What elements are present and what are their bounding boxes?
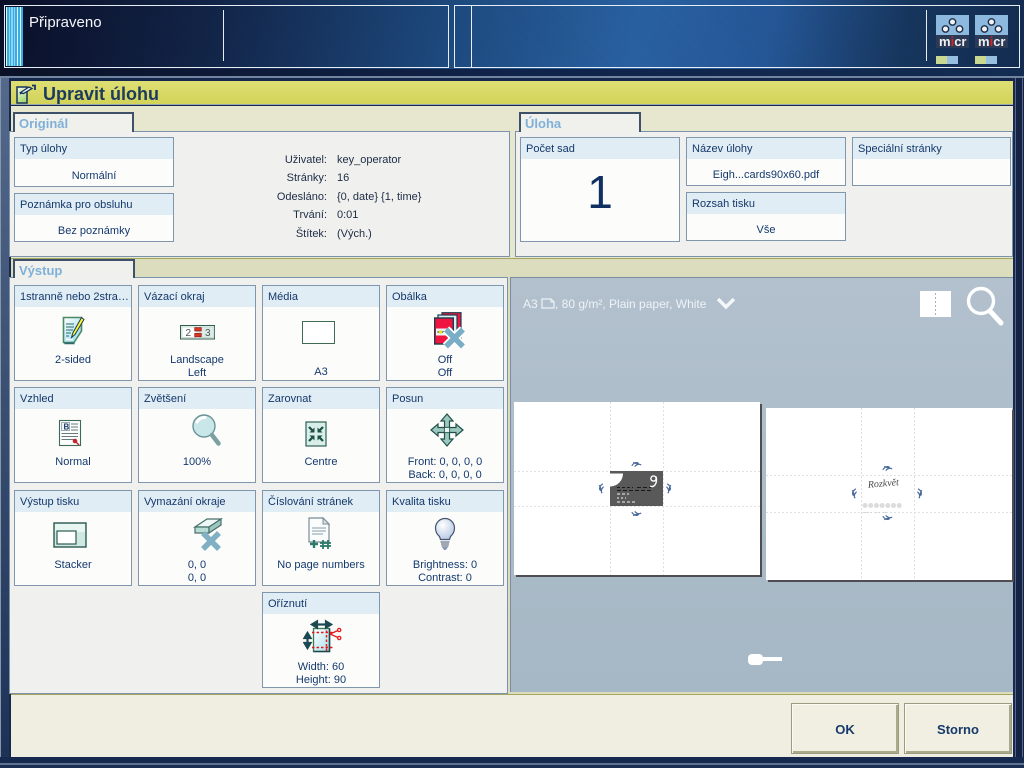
- svg-text:B: B: [64, 423, 70, 432]
- svg-text:micr: micr: [939, 34, 966, 48]
- svg-text:3: 3: [205, 328, 211, 339]
- svg-text:2: 2: [186, 328, 192, 339]
- svg-text:micr: micr: [978, 34, 1005, 48]
